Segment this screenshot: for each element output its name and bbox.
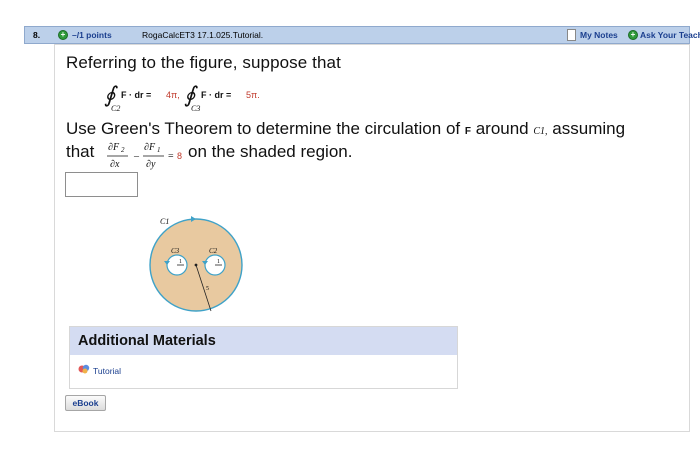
tutorial-icon[interactable]	[78, 364, 90, 374]
points-label: –/1 points	[72, 30, 112, 40]
tick-label-c3: 1	[179, 259, 182, 265]
my-notes-link[interactable]: My Notes	[580, 30, 618, 40]
svg-text:∂F: ∂F	[144, 142, 156, 153]
integral2-value: 5π.	[246, 90, 260, 100]
notes-icon[interactable]	[567, 29, 576, 41]
given-integrals: ∮ C2 F · dr = 4π, ∮ C3 F · dr = 5π.	[104, 83, 260, 113]
greens-theorem-figure: C1 C3 C2 1 1 5	[149, 216, 243, 312]
partial-derivative-expression: ∂F 2 ∂x – ∂F 1 ∂y = 8	[107, 142, 182, 170]
integral2-expression: F · dr =	[201, 90, 231, 100]
additional-materials-header: Additional Materials	[70, 327, 457, 355]
label-c1: C1	[160, 217, 169, 226]
tick-label-c2: 1	[217, 259, 220, 265]
ebook-button[interactable]: eBook	[65, 395, 106, 411]
condition-value: 8	[177, 151, 182, 161]
svg-text:∂F: ∂F	[108, 142, 120, 153]
line3-suffix: on the shaded region.	[188, 142, 353, 161]
label-c2: C2	[209, 247, 218, 255]
question-text-line1: Referring to the figure, suppose that	[66, 53, 341, 72]
ask-teacher-link[interactable]: Ask Your Teacher	[640, 30, 700, 40]
answer-input[interactable]	[65, 172, 138, 197]
line2-around: around	[475, 119, 529, 138]
svg-text:∂y: ∂y	[146, 159, 156, 170]
integral1-value: 4π,	[166, 90, 180, 100]
svg-text:∂x: ∂x	[110, 159, 120, 170]
vector-field-F: F	[464, 126, 471, 137]
line2-prefix: Use Green's Theorem to determine the cir…	[66, 119, 461, 138]
line2-suffix: assuming	[552, 119, 626, 138]
tutorial-link[interactable]: Tutorial	[93, 366, 121, 376]
label-c3: C3	[171, 247, 180, 255]
plus-icon[interactable]: +	[58, 30, 68, 40]
integral1-subscript: C2	[111, 104, 120, 113]
svg-text:1: 1	[157, 146, 161, 154]
question-header: 8. + –/1 points RogaCalcET3 17.1.025.Tut…	[24, 26, 700, 44]
line3-prefix: that	[66, 142, 95, 161]
svg-text:–: –	[133, 151, 140, 162]
question-text-line2: Use Green's Theorem to determine the cir…	[66, 119, 625, 139]
additional-materials: Additional Materials Tutorial	[69, 326, 458, 389]
plus-icon[interactable]: +	[628, 30, 638, 40]
integral2-subscript: C3	[191, 104, 200, 113]
additional-materials-title: Additional Materials	[78, 333, 216, 349]
svg-text:2: 2	[121, 146, 125, 154]
svg-text:=: =	[168, 151, 174, 162]
question-text-line3: that ∂F 2 ∂x – ∂F 1 ∂y = 8 on the shaded r…	[66, 139, 386, 173]
question-number: 8.	[33, 30, 41, 40]
curve-C1: C1,	[533, 126, 548, 137]
integral1-expression: F · dr =	[121, 90, 151, 100]
radius-label: 5	[206, 286, 209, 292]
problem-source: RogaCalcET3 17.1.025.Tutorial.	[142, 30, 264, 40]
